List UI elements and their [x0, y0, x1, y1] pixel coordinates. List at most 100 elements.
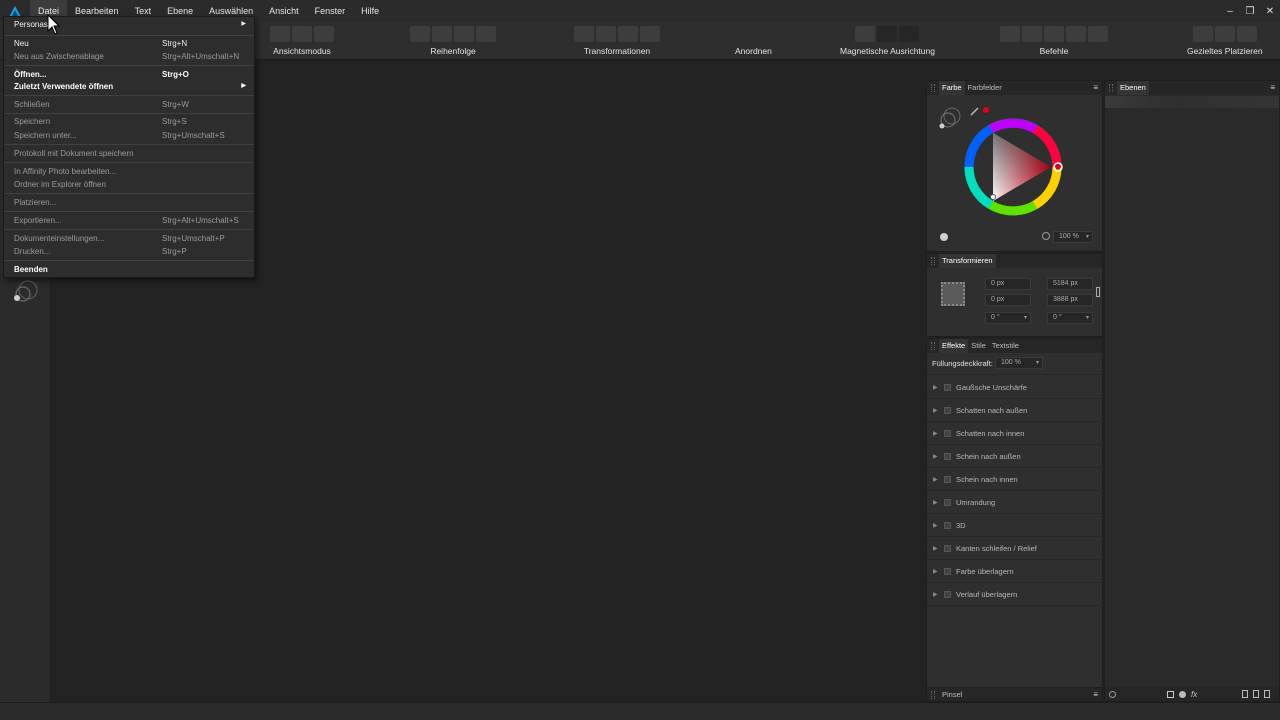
expand-triangle-icon[interactable]: ▶	[933, 591, 941, 598]
menu-item-protokoll-speichern[interactable]: Protokoll mit Dokument speichern	[4, 147, 254, 160]
panel-grip-icon[interactable]	[931, 342, 935, 350]
expand-triangle-icon[interactable]: ▶	[933, 522, 941, 529]
panel-grip-icon[interactable]	[931, 257, 935, 265]
tab-transformieren[interactable]: Transformieren	[939, 254, 996, 268]
snapping-icon[interactable]	[855, 26, 876, 42]
expand-triangle-icon[interactable]: ▶	[933, 430, 941, 437]
effect-row-outer-shadow[interactable]: ▶ Schatten nach außen	[927, 399, 1103, 422]
menu-item-schliessen[interactable]: Schließen Strg+W	[4, 98, 254, 111]
width-field[interactable]: 5184 px	[1047, 278, 1093, 290]
height-field[interactable]: 3888 px	[1047, 294, 1093, 306]
effect-checkbox[interactable]	[944, 521, 951, 529]
effect-checkbox[interactable]	[944, 475, 951, 483]
menu-item-speichern-unter[interactable]: Speichern unter... Strg+Umschalt+S	[4, 129, 254, 142]
command-icon[interactable]	[1044, 26, 1064, 42]
command-icon[interactable]	[1000, 26, 1020, 42]
panel-grip-icon[interactable]	[931, 84, 935, 92]
order-icon[interactable]	[432, 26, 452, 42]
transform-icon[interactable]	[618, 26, 638, 42]
duplicate-layer-icon[interactable]	[1253, 690, 1260, 698]
fill-opacity-field[interactable]: 100 % ▾	[995, 357, 1043, 369]
layer-stack-icon[interactable]	[1109, 690, 1116, 698]
menu-item-dokumenteinstellungen[interactable]: Dokumenteinstellungen... Strg+Umschalt+P	[4, 232, 254, 245]
command-icon[interactable]	[1022, 26, 1042, 42]
menu-item-personas[interactable]: Personas ▶	[4, 18, 254, 31]
expand-triangle-icon[interactable]: ▶	[933, 453, 941, 460]
effect-checkbox[interactable]	[944, 544, 951, 552]
tab-farbe[interactable]: Farbe	[939, 81, 965, 95]
fx-icon[interactable]: fx	[1191, 690, 1197, 699]
menu-item-in-affinity-photo[interactable]: In Affinity Photo bearbeiten...	[4, 165, 254, 178]
effect-row-gradient-overlay[interactable]: ▶ Verlauf überlagern	[927, 583, 1103, 606]
menu-item-ordner-explorer[interactable]: Ordner im Explorer öffnen	[4, 178, 254, 191]
menu-hilfe[interactable]: Hilfe	[353, 0, 387, 22]
rotation-field[interactable]: 0 ° ▾	[985, 312, 1031, 324]
tab-effekte[interactable]: Effekte	[939, 339, 969, 353]
order-icon[interactable]	[476, 26, 496, 42]
menu-item-exportieren[interactable]: Exportieren... Strg+Alt+Umschalt+S	[4, 214, 254, 227]
view-mode-icon[interactable]	[270, 26, 290, 42]
effect-row-inner-glow[interactable]: ▶ Schein nach innen	[927, 468, 1103, 491]
tab-pinsel[interactable]: Pinsel	[939, 688, 965, 701]
menu-fenster[interactable]: Fenster	[307, 0, 354, 22]
tab-stile[interactable]: Stile	[968, 339, 989, 353]
effect-checkbox[interactable]	[944, 406, 951, 414]
effect-row-color-overlay[interactable]: ▶ Farbe überlagern	[927, 560, 1103, 583]
menu-item-zuletzt-verwendete[interactable]: Zuletzt Verwendete öffnen ▶	[4, 80, 254, 93]
transform-icon[interactable]	[596, 26, 616, 42]
panel-menu-icon[interactable]: ≡	[1093, 688, 1098, 701]
effect-checkbox[interactable]	[944, 429, 951, 437]
menu-ansicht[interactable]: Ansicht	[261, 0, 307, 22]
effect-checkbox[interactable]	[944, 498, 951, 506]
panel-grip-icon[interactable]	[1109, 84, 1113, 92]
adjustment-icon[interactable]	[1179, 690, 1186, 698]
close-button[interactable]: ✕	[1260, 6, 1280, 17]
panel-menu-icon[interactable]: ≡	[1093, 81, 1098, 95]
menu-item-neu-aus-zwischenablage[interactable]: Neu aus Zwischenablage Strg+Alt+Umschalt+…	[4, 50, 254, 63]
anchor-point-icon[interactable]	[941, 282, 965, 306]
order-icon[interactable]	[454, 26, 474, 42]
effect-row-gaussian-blur[interactable]: ▶ Gaußsche Unschärfe	[927, 376, 1103, 399]
shear-field[interactable]: 0 ° ▾	[1047, 312, 1093, 324]
expand-triangle-icon[interactable]: ▶	[933, 384, 941, 391]
menu-item-beenden[interactable]: Beenden	[4, 263, 254, 276]
expand-triangle-icon[interactable]: ▶	[933, 568, 941, 575]
trash-icon[interactable]	[1264, 690, 1271, 698]
mask-icon[interactable]	[1167, 690, 1174, 698]
transform-icon[interactable]	[640, 26, 660, 42]
effect-checkbox[interactable]	[944, 590, 951, 598]
menu-item-platzieren[interactable]: Platzieren...	[4, 196, 254, 209]
expand-triangle-icon[interactable]: ▶	[933, 476, 941, 483]
lock-ratio-icon[interactable]	[1096, 287, 1100, 297]
eyedropper-icon[interactable]	[969, 105, 993, 117]
tab-textstile[interactable]: Textstile	[989, 339, 1022, 353]
placement-icon[interactable]	[1236, 26, 1257, 42]
effect-row-bevel-emboss[interactable]: ▶ Kanten schleifen / Relief	[927, 537, 1103, 560]
placement-icon[interactable]	[1214, 26, 1235, 42]
effect-row-3d[interactable]: ▶ 3D	[927, 514, 1103, 537]
effect-checkbox[interactable]	[944, 452, 951, 460]
effect-checkbox[interactable]	[944, 567, 951, 575]
tab-ebenen[interactable]: Ebenen	[1117, 81, 1149, 95]
menu-item-neu[interactable]: Neu Strg+N	[4, 37, 254, 50]
expand-triangle-icon[interactable]: ▶	[933, 499, 941, 506]
command-icon[interactable]	[1066, 26, 1086, 42]
menu-item-speichern[interactable]: Speichern Strg+S	[4, 115, 254, 128]
y-position-field[interactable]: 0 px	[985, 294, 1031, 306]
effect-checkbox[interactable]	[944, 383, 951, 391]
expand-triangle-icon[interactable]: ▶	[933, 545, 941, 552]
order-icon[interactable]	[410, 26, 430, 42]
transform-icon[interactable]	[574, 26, 594, 42]
snapping-dropdown-icon[interactable]	[899, 26, 920, 42]
view-mode-icon[interactable]	[292, 26, 312, 42]
tab-farbfelder[interactable]: Farbfelder	[965, 81, 1005, 95]
panel-grip-icon[interactable]	[931, 691, 935, 699]
command-icon[interactable]	[1088, 26, 1108, 42]
snapping-icon[interactable]	[877, 26, 898, 42]
color-swatch-icon[interactable]	[12, 278, 40, 304]
minimize-button[interactable]: –	[1220, 6, 1240, 17]
color-wheel[interactable]	[963, 117, 1063, 217]
menu-item-drucken[interactable]: Drucken... Strg+P	[4, 245, 254, 258]
new-layer-icon[interactable]	[1242, 690, 1249, 698]
panel-menu-icon[interactable]: ≡	[1270, 81, 1275, 95]
